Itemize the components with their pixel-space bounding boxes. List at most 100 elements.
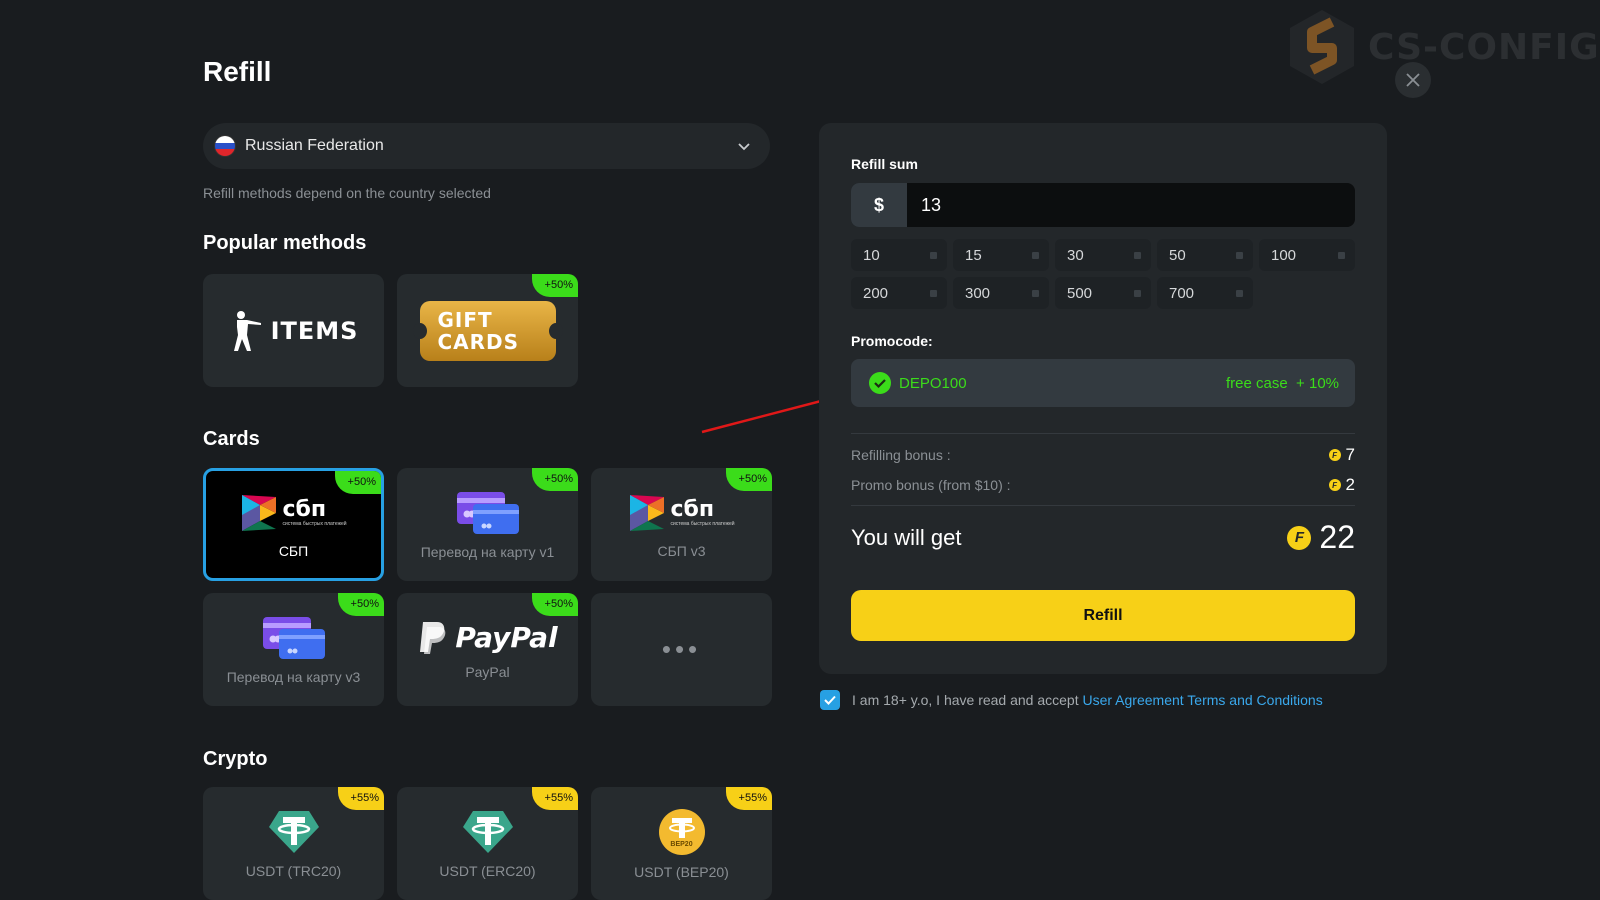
sbp-logo-sub: система быстрых платежей bbox=[670, 520, 735, 527]
preset-value: 700 bbox=[1169, 284, 1195, 302]
bonus-badge: +55% bbox=[337, 787, 384, 810]
sbp-logo-text: сбп bbox=[282, 496, 327, 522]
preset-value: 50 bbox=[1169, 246, 1186, 264]
preset-amount-chip[interactable]: 700 bbox=[1157, 277, 1253, 309]
method-gift-cards[interactable]: +50% GIFT CARDS bbox=[397, 274, 578, 387]
bonus-badge: +55% bbox=[531, 787, 578, 810]
bep20-label: BEP20 bbox=[670, 840, 693, 848]
brand-name: CS-CONFIG bbox=[1368, 26, 1600, 68]
method-paypal[interactable]: +50% PayPal PayPal bbox=[397, 593, 578, 706]
method-usdt-trc20[interactable]: +55% USDT (TRC20) bbox=[203, 787, 384, 900]
preset-amount-chip[interactable]: 30 bbox=[1055, 239, 1151, 271]
preset-marker-icon bbox=[1134, 251, 1141, 259]
bonus-badge: +50% bbox=[531, 468, 578, 491]
sbp-logo-text: сбп bbox=[670, 496, 715, 522]
refill-sum-label: Refill sum bbox=[851, 156, 918, 172]
preset-marker-icon bbox=[1032, 251, 1039, 259]
sbp-logo: сбп система быстрых платежей bbox=[628, 491, 735, 535]
refilling-bonus-row: Refilling bonus : F7 bbox=[851, 445, 1355, 465]
promo-bonus-value: 2 bbox=[1345, 475, 1355, 494]
bonus-badge: +50% bbox=[334, 471, 381, 494]
sbp-icon bbox=[630, 494, 665, 531]
country-note: Refill methods depend on the country sel… bbox=[203, 185, 491, 201]
method-label: USDT (TRC20) bbox=[245, 862, 342, 879]
bonus-badge: +50% bbox=[337, 593, 384, 616]
you-will-get-row: You will get F 22 bbox=[851, 519, 1355, 556]
paypal-icon bbox=[420, 621, 446, 654]
country-selected-value: Russian Federation bbox=[245, 137, 384, 154]
method-usdt-bep20[interactable]: +55% BEP20 USDT (BEP20) bbox=[591, 787, 772, 900]
preset-value: 300 bbox=[965, 284, 991, 302]
country-select[interactable]: Russian Federation bbox=[203, 123, 770, 169]
brand-logo: CS-CONFIG bbox=[1288, 8, 1600, 86]
promo-code-value: DEPO100 bbox=[899, 374, 967, 392]
tether-bep20-icon: BEP20 bbox=[658, 808, 706, 856]
bonus-badge: +55% bbox=[725, 787, 772, 810]
bank-cards-icon bbox=[456, 491, 519, 534]
preset-marker-icon bbox=[1338, 251, 1345, 259]
russia-flag-icon bbox=[215, 136, 235, 156]
paypal-logo-text: PayPal bbox=[455, 621, 558, 654]
preset-value: 200 bbox=[863, 284, 889, 302]
sbp-icon bbox=[242, 494, 277, 531]
close-button[interactable] bbox=[1395, 62, 1431, 98]
agreement-row: I am 18+ y.o, I have read and accept Use… bbox=[820, 690, 1323, 710]
coin-icon: F bbox=[1287, 525, 1312, 550]
refill-amount-value[interactable]: 13 bbox=[907, 183, 1355, 227]
coin-icon: F bbox=[1328, 479, 1341, 491]
preset-amount-chip[interactable]: 50 bbox=[1157, 239, 1253, 271]
preset-value: 15 bbox=[965, 246, 982, 264]
refill-panel: Refill sum $ 13 10 15 30 50 100 200 300 … bbox=[819, 123, 1387, 674]
method-label: PayPal bbox=[465, 663, 510, 680]
agreement-link[interactable]: User Agreement Terms and Conditions bbox=[1083, 692, 1323, 708]
sbp-logo: сбп система быстрых платежей bbox=[240, 491, 347, 535]
method-card-transfer-v3[interactable]: +50% Перевод на карту v3 bbox=[203, 593, 384, 706]
method-label: USDT (ERC20) bbox=[439, 862, 536, 879]
section-title-cards: Cards bbox=[203, 428, 260, 450]
coin-icon: F bbox=[1328, 449, 1341, 461]
agreement-text: I am 18+ y.o, I have read and accept bbox=[852, 692, 1083, 708]
preset-amount-chip[interactable]: 500 bbox=[1055, 277, 1151, 309]
refilling-bonus-label: Refilling bonus : bbox=[851, 447, 951, 463]
method-more[interactable]: ••• bbox=[591, 593, 772, 706]
refill-button[interactable]: Refill bbox=[851, 590, 1355, 641]
tether-icon bbox=[462, 810, 513, 853]
bonus-badge: +50% bbox=[725, 468, 772, 491]
sbp-logo-sub: система быстрых платежей bbox=[282, 520, 347, 527]
you-will-get-label: You will get bbox=[851, 524, 962, 550]
method-label: СБП bbox=[278, 542, 309, 559]
brand-hexagon-icon bbox=[1290, 10, 1354, 84]
preset-value: 30 bbox=[1067, 246, 1084, 264]
preset-amount-chip[interactable]: 100 bbox=[1259, 239, 1355, 271]
promo-code-input[interactable]: DEPO100 free case + 10% bbox=[851, 359, 1355, 407]
soldier-icon bbox=[233, 310, 261, 351]
gift-cards-logo: GIFT CARDS bbox=[412, 300, 563, 361]
divider bbox=[851, 433, 1355, 434]
promo-bonus-label: Promo bonus (from $10) : bbox=[851, 477, 1011, 493]
preset-amount-chip[interactable]: 300 bbox=[953, 277, 1049, 309]
method-label: Перевод на карту v3 bbox=[226, 668, 361, 685]
method-items[interactable]: ITEMS bbox=[203, 274, 384, 387]
method-sbp-v3[interactable]: +50% сбп система быстрых платежей СБП v3 bbox=[591, 468, 772, 581]
preset-marker-icon bbox=[930, 289, 937, 297]
method-label: USDT (BEP20) bbox=[634, 863, 729, 880]
gift-logo-line1: GIFT bbox=[437, 307, 493, 332]
method-card-transfer-v1[interactable]: +50% Перевод на карту v1 bbox=[397, 468, 578, 581]
preset-amount-chip[interactable]: 15 bbox=[953, 239, 1049, 271]
page-title: Refill bbox=[203, 56, 272, 87]
section-title-popular: Popular methods bbox=[203, 232, 367, 254]
method-usdt-erc20[interactable]: +55% USDT (ERC20) bbox=[397, 787, 578, 900]
preset-marker-icon bbox=[1134, 289, 1141, 297]
refill-sum-input[interactable]: $ 13 bbox=[851, 183, 1355, 227]
preset-value: 500 bbox=[1067, 284, 1093, 302]
method-sbp[interactable]: +50% сбп система быстрых платежей СБП bbox=[203, 468, 384, 581]
method-label: Перевод на карту v1 bbox=[420, 543, 555, 560]
preset-amount-chip[interactable]: 10 bbox=[851, 239, 947, 271]
currency-symbol: $ bbox=[851, 183, 907, 227]
agreement-checkbox[interactable] bbox=[820, 690, 840, 710]
preset-marker-icon bbox=[1032, 289, 1039, 297]
preset-amount-chip[interactable]: 200 bbox=[851, 277, 947, 309]
method-label: СБП v3 bbox=[657, 542, 706, 559]
tether-icon bbox=[268, 810, 319, 853]
checkmark-icon bbox=[824, 695, 836, 705]
